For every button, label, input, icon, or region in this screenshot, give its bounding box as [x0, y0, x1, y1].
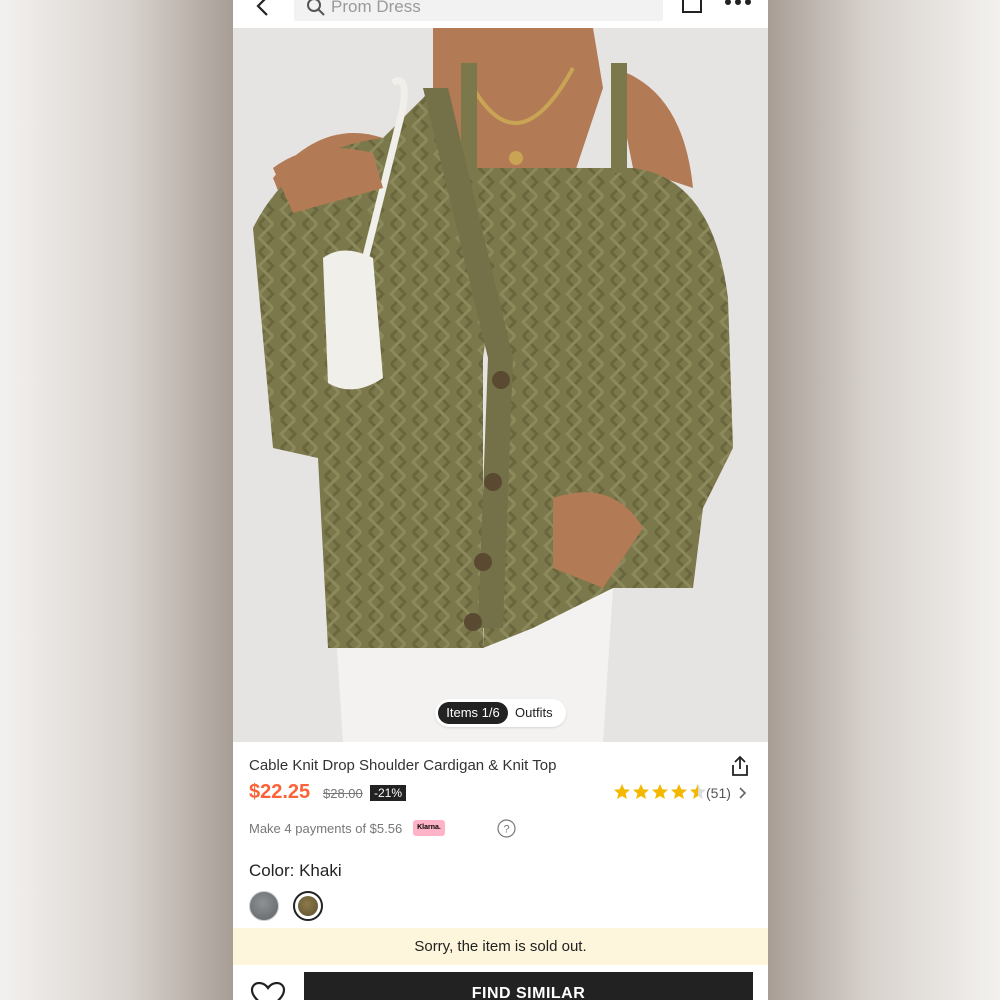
back-arrow-icon[interactable] [253, 0, 275, 18]
star-icon [671, 784, 687, 799]
star-icon [614, 784, 630, 799]
share-icon[interactable] [729, 754, 751, 778]
chevron-right-icon[interactable] [738, 786, 748, 800]
color-swatch-gray[interactable] [249, 891, 279, 921]
shopping-bag-icon[interactable] [681, 0, 703, 14]
product-image[interactable]: Items 1/6 Outfits [233, 28, 768, 742]
find-similar-button[interactable]: FIND SIMILAR [304, 972, 753, 1000]
half-star-icon [690, 784, 706, 799]
color-label: Color: Khaki [249, 861, 342, 880]
rating-stars[interactable] [613, 783, 711, 801]
background-left [0, 0, 233, 1000]
search-input[interactable]: Prom Dress [331, 0, 421, 17]
klarna-logo: Klarna. [413, 820, 445, 836]
background-right [767, 0, 1000, 1000]
heart-icon[interactable] [250, 982, 286, 1000]
outfits-tab[interactable]: Outfits [515, 702, 553, 724]
more-options-icon[interactable] [724, 0, 752, 8]
installment-text: Make 4 payments of $5.56 [249, 821, 403, 836]
star-icon [652, 784, 668, 799]
sale-price: $22.25 [249, 781, 311, 803]
product-photo [233, 28, 768, 742]
review-count[interactable]: (51) [706, 785, 731, 801]
star-icon [633, 784, 649, 799]
help-icon[interactable]: ? [497, 819, 516, 838]
sold-out-banner: Sorry, the item is sold out. [233, 928, 768, 965]
items-tab[interactable]: Items 1/6 [438, 702, 508, 724]
swatch-fill [298, 896, 318, 916]
product-screen: Prom Dress Items 1/6 Outfits Cable Knit … [233, 0, 768, 1000]
discount-badge: -21% [370, 785, 407, 801]
top-bar: Prom Dress [233, 0, 768, 28]
gallery-toggle: Items 1/6 Outfits [435, 699, 566, 727]
product-title: Cable Knit Drop Shoulder Cardigan & Knit… [249, 757, 557, 774]
search-bar[interactable]: Prom Dress [294, 0, 663, 21]
svg-text:?: ? [503, 824, 509, 836]
search-icon [307, 0, 325, 16]
original-price: $28.00 [323, 786, 363, 801]
color-swatch-khaki[interactable] [293, 891, 323, 921]
